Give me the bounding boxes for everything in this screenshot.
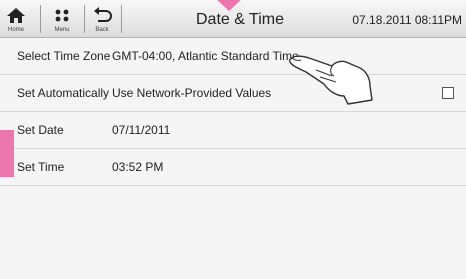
setting-value: GMT-04:00, Atlantic Standard Time — [112, 49, 299, 63]
home-label: Home — [7, 27, 24, 33]
home-button[interactable]: Home — [2, 2, 30, 35]
toolbar-divider — [40, 5, 41, 33]
back-arrow-icon — [94, 7, 112, 22]
tapping-hand-icon — [288, 55, 373, 105]
setting-row-set-date[interactable]: Set Date 07/11/2011 — [0, 112, 466, 149]
back-button[interactable]: Back — [88, 2, 116, 35]
highlight-pointer-marker — [217, 0, 241, 11]
menu-button[interactable]: Menu — [48, 2, 76, 35]
setting-value: Use Network-Provided Values — [112, 86, 272, 100]
setting-value: 07/11/2011 — [112, 123, 171, 137]
automatic-checkbox[interactable] — [442, 87, 454, 99]
toolbar-divider — [84, 5, 85, 33]
status-datetime: 07.18.2011 08:11PM — [352, 13, 462, 27]
setting-row-set-automatically[interactable]: Set Automatically Use Network-Provided V… — [0, 75, 466, 112]
home-icon — [7, 8, 25, 23]
toolbar-divider — [121, 5, 122, 33]
menu-label: Menu — [54, 27, 70, 33]
highlight-side-marker — [0, 130, 14, 177]
setting-label: Set Date — [17, 123, 64, 137]
setting-value: 03:52 PM — [112, 160, 164, 174]
setting-label: Set Automatically — [17, 86, 110, 100]
setting-label: Select Time Zone — [17, 49, 111, 63]
setting-label: Set Time — [17, 160, 65, 174]
back-label: Back — [95, 27, 109, 33]
setting-row-time-zone[interactable]: Select Time Zone GMT-04:00, Atlantic Sta… — [0, 38, 466, 75]
menu-grid-icon — [55, 9, 69, 22]
setting-row-set-time[interactable]: Set Time 03:52 PM — [0, 149, 466, 186]
